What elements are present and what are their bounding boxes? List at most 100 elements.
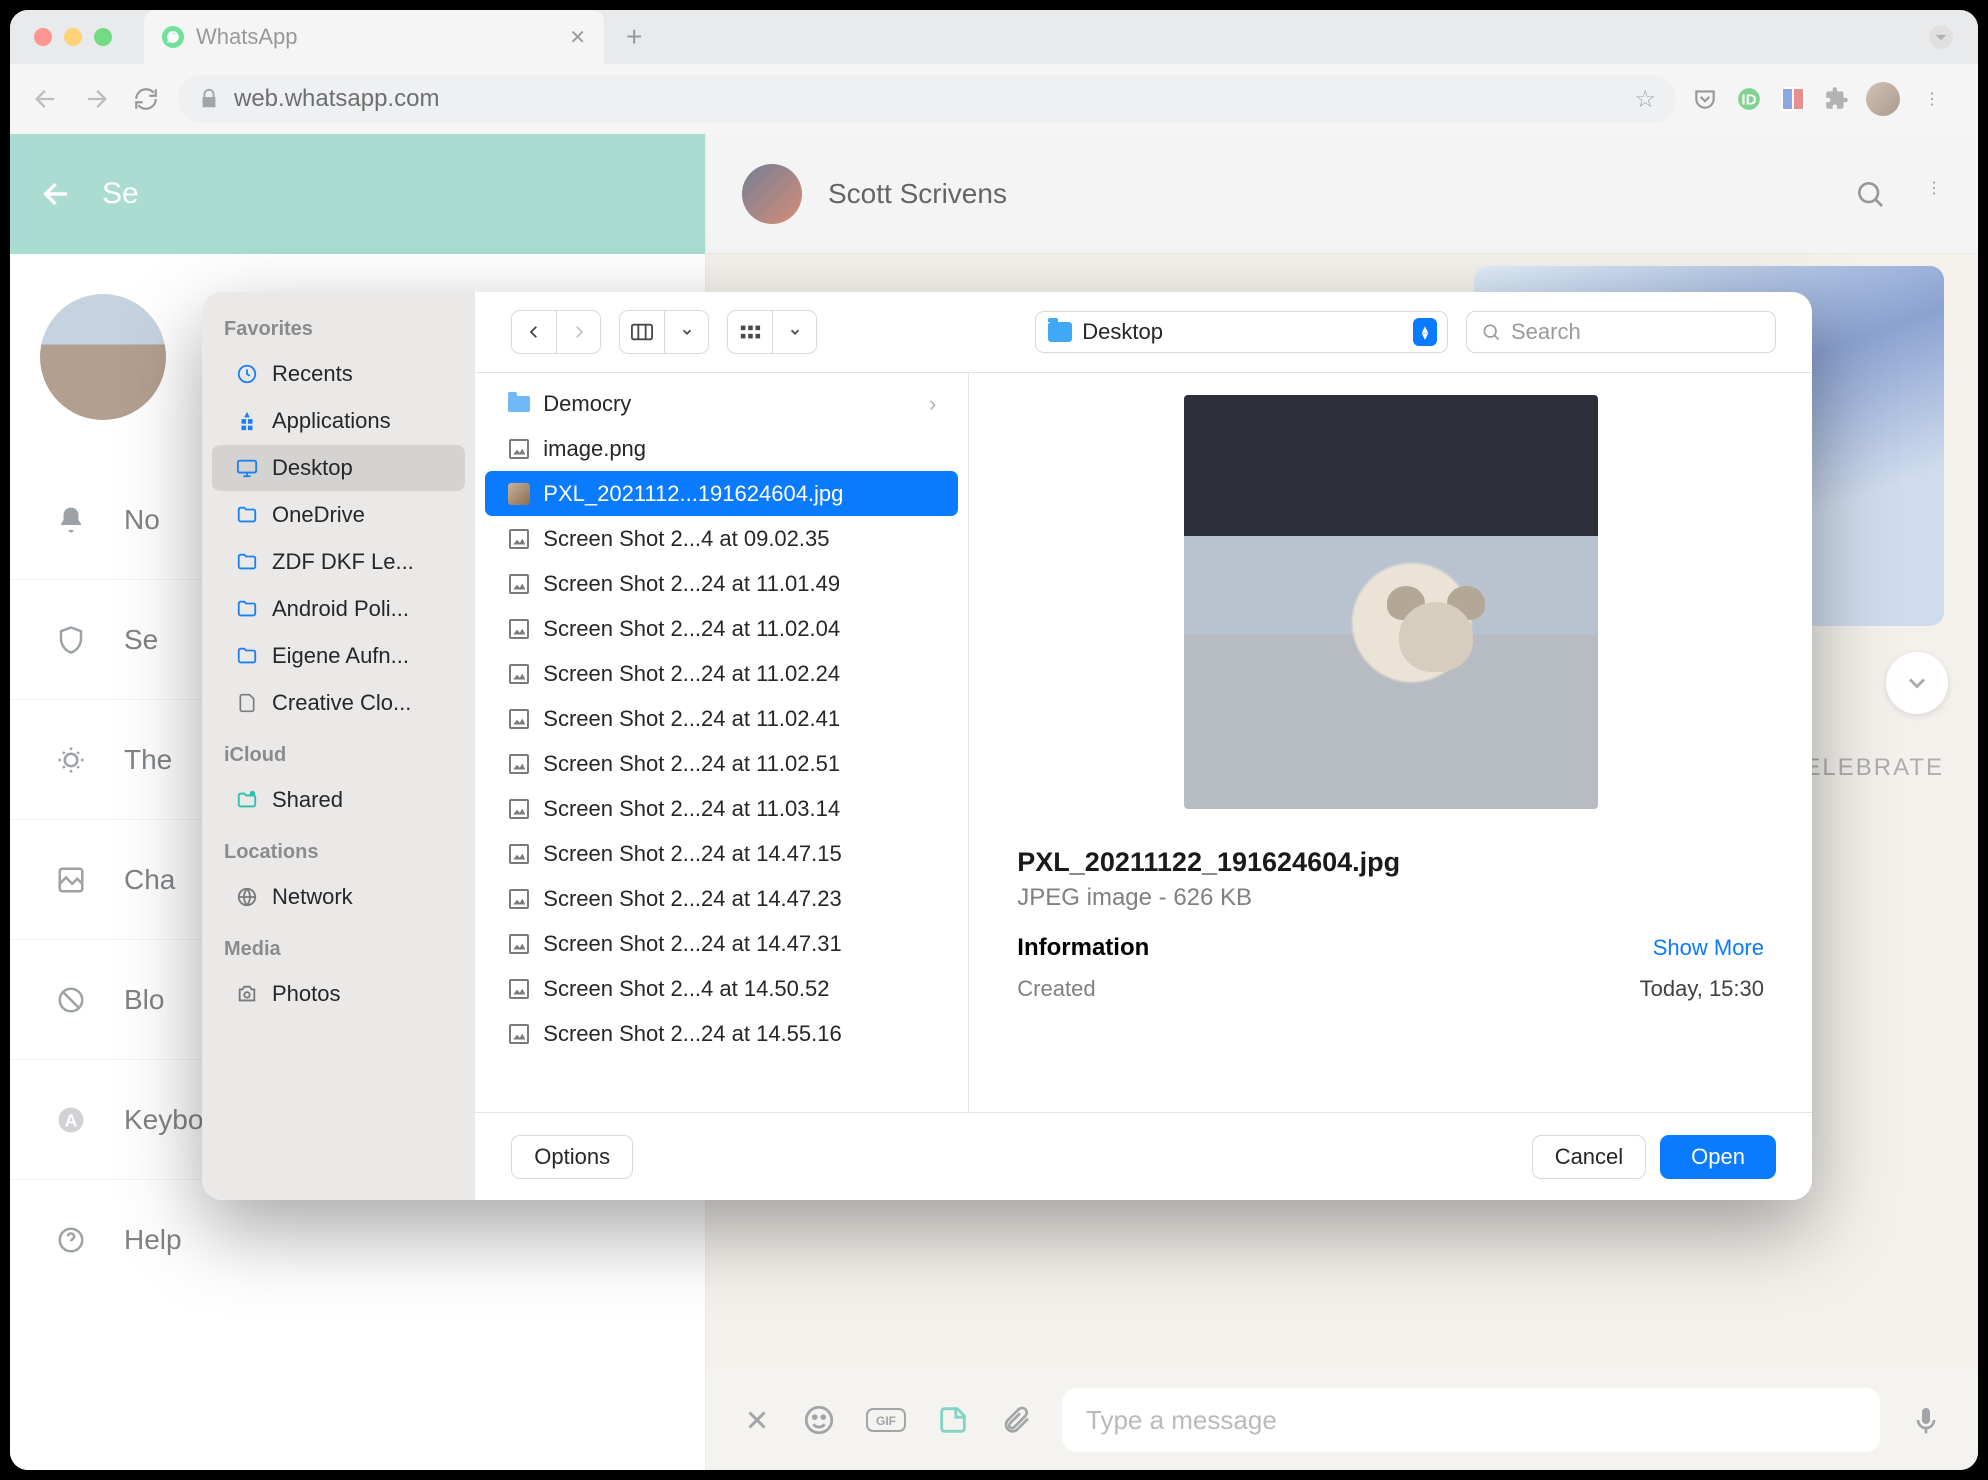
browser-tabbar: WhatsApp ✕ + [10, 10, 1978, 64]
file-row[interactable]: Screen Shot 2...24 at 11.03.14 [485, 786, 958, 831]
location-dropdown[interactable]: Desktop ▴▾ [1035, 311, 1448, 353]
file-row[interactable]: Screen Shot 2...24 at 14.47.31 [485, 921, 958, 966]
file-row[interactable]: Screen Shot 2...24 at 14.55.16 [485, 1011, 958, 1056]
attach-icon[interactable] [1000, 1404, 1032, 1436]
file-name: Screen Shot 2...24 at 14.47.31 [543, 931, 841, 957]
file-list[interactable]: Democry›image.pngPXL_2021112...191624604… [475, 373, 969, 1112]
address-bar[interactable]: web.whatsapp.com ☆ [178, 75, 1676, 123]
desktop-icon [234, 455, 260, 481]
window-controls [34, 28, 112, 46]
sidebar-item[interactable]: Eigene Aufn... [212, 633, 465, 679]
sidebar-item[interactable]: Shared [212, 777, 465, 823]
sidebar-label: Network [272, 884, 353, 910]
sidebar-item[interactable]: OneDrive [212, 492, 465, 538]
sidebar-item[interactable]: Network [212, 874, 465, 920]
kebab-menu-icon[interactable]: ⋮ [1926, 178, 1942, 210]
emoji-icon[interactable] [802, 1403, 836, 1437]
file-name: Screen Shot 2...24 at 11.03.14 [543, 796, 840, 822]
mic-icon[interactable] [1910, 1404, 1942, 1436]
image-file-icon [509, 1024, 529, 1044]
finder-toolbar: Desktop ▴▾ Search [475, 292, 1812, 372]
sidebar-item[interactable]: Desktop [212, 445, 465, 491]
image-file-icon [509, 439, 529, 459]
kebab-menu-icon[interactable]: ⋮ [1914, 81, 1950, 117]
cancel-button[interactable]: Cancel [1532, 1135, 1646, 1179]
contact-avatar[interactable] [742, 164, 802, 224]
file-row[interactable]: Screen Shot 2...24 at 11.02.04 [485, 606, 958, 651]
search-input[interactable]: Search [1466, 311, 1776, 353]
file-row[interactable]: Screen Shot 2...24 at 11.02.41 [485, 696, 958, 741]
file-row[interactable]: Screen Shot 2...24 at 14.47.23 [485, 876, 958, 921]
image-file-icon [509, 529, 529, 549]
file-row[interactable]: Screen Shot 2...24 at 11.02.51 [485, 741, 958, 786]
chat-header: Scott Scrivens ⋮ [706, 134, 1978, 254]
location-label: Desktop [1082, 319, 1403, 345]
wallpaper-icon [52, 861, 90, 899]
search-icon[interactable] [1854, 178, 1886, 210]
apps-icon [234, 408, 260, 434]
maximize-window-icon[interactable] [94, 28, 112, 46]
shield-icon [52, 621, 90, 659]
file-row[interactable]: Screen Shot 2...24 at 14.47.15 [485, 831, 958, 876]
minimize-window-icon[interactable] [64, 28, 82, 46]
close-window-icon[interactable] [34, 28, 52, 46]
folder-icon [234, 596, 260, 622]
sticker-icon[interactable] [936, 1403, 970, 1437]
open-button[interactable]: Open [1660, 1135, 1776, 1179]
reload-icon[interactable] [128, 81, 164, 117]
sidebar-item[interactable]: ZDF DKF Le... [212, 539, 465, 585]
file-row[interactable]: Screen Shot 2...24 at 11.01.49 [485, 561, 958, 606]
close-icon[interactable] [742, 1405, 772, 1435]
nav-back-icon[interactable] [28, 81, 64, 117]
close-tab-icon[interactable]: ✕ [569, 25, 586, 50]
nav-back-icon[interactable] [512, 311, 556, 353]
chevron-down-icon[interactable] [1928, 24, 1954, 50]
settings-label: No [124, 504, 160, 536]
image-file-icon [509, 934, 529, 954]
settings-label: Help [124, 1224, 182, 1256]
folder-icon [234, 502, 260, 528]
chevron-down-icon[interactable] [772, 311, 816, 353]
image-file-icon [509, 799, 529, 819]
file-row[interactable]: Screen Shot 2...4 at 14.50.52 [485, 966, 958, 1011]
view-columns-icon[interactable] [620, 311, 664, 353]
file-row[interactable]: Democry› [485, 381, 958, 426]
extensions-puzzle-icon[interactable] [1822, 84, 1852, 114]
browser-toolbar: web.whatsapp.com ☆ ID ⋮ [10, 64, 1978, 134]
options-button[interactable]: Options [511, 1135, 633, 1179]
sidebar-item[interactable]: Applications [212, 398, 465, 444]
file-row[interactable]: PXL_2021112...191624604.jpg [485, 471, 958, 516]
file-row[interactable]: Screen Shot 2...24 at 11.02.24 [485, 651, 958, 696]
preview-image [1184, 395, 1598, 809]
svg-text:ID: ID [1741, 91, 1756, 108]
sidebar-item[interactable]: Creative Clo... [212, 680, 465, 726]
file-row[interactable]: Screen Shot 2...4 at 09.02.35 [485, 516, 958, 561]
bookmark-star-icon[interactable]: ☆ [1634, 85, 1656, 114]
file-name: Screen Shot 2...4 at 09.02.35 [543, 526, 829, 552]
sidebar-item[interactable]: Photos [212, 971, 465, 1017]
extension-icon[interactable] [1778, 84, 1808, 114]
new-tab-icon[interactable]: + [626, 21, 642, 53]
file-row[interactable]: image.png [485, 426, 958, 471]
show-more-link[interactable]: Show More [1653, 935, 1764, 961]
settings-header: Se [10, 134, 705, 254]
profile-picture [40, 294, 166, 420]
back-icon[interactable] [40, 177, 74, 211]
sidebar-label: Desktop [272, 455, 353, 481]
browser-tab[interactable]: WhatsApp ✕ [144, 10, 604, 64]
chevron-down-icon[interactable] [664, 311, 708, 353]
composer: GIF Type a message [706, 1370, 1978, 1470]
pocket-icon[interactable] [1690, 84, 1720, 114]
group-icon[interactable] [728, 311, 772, 353]
file-icon [234, 690, 260, 716]
scroll-down-button[interactable] [1886, 652, 1948, 714]
sidebar-item[interactable]: Android Poli... [212, 586, 465, 632]
extension-icon[interactable]: ID [1734, 84, 1764, 114]
message-input[interactable]: Type a message [1062, 1388, 1880, 1452]
sidebar-item[interactable]: Recents [212, 351, 465, 397]
file-name: Screen Shot 2...24 at 14.47.23 [543, 886, 841, 912]
profile-avatar[interactable] [1866, 82, 1900, 116]
search-placeholder: Search [1511, 319, 1581, 345]
contact-name: Scott Scrivens [828, 178, 1007, 210]
gif-icon[interactable]: GIF [866, 1405, 906, 1435]
